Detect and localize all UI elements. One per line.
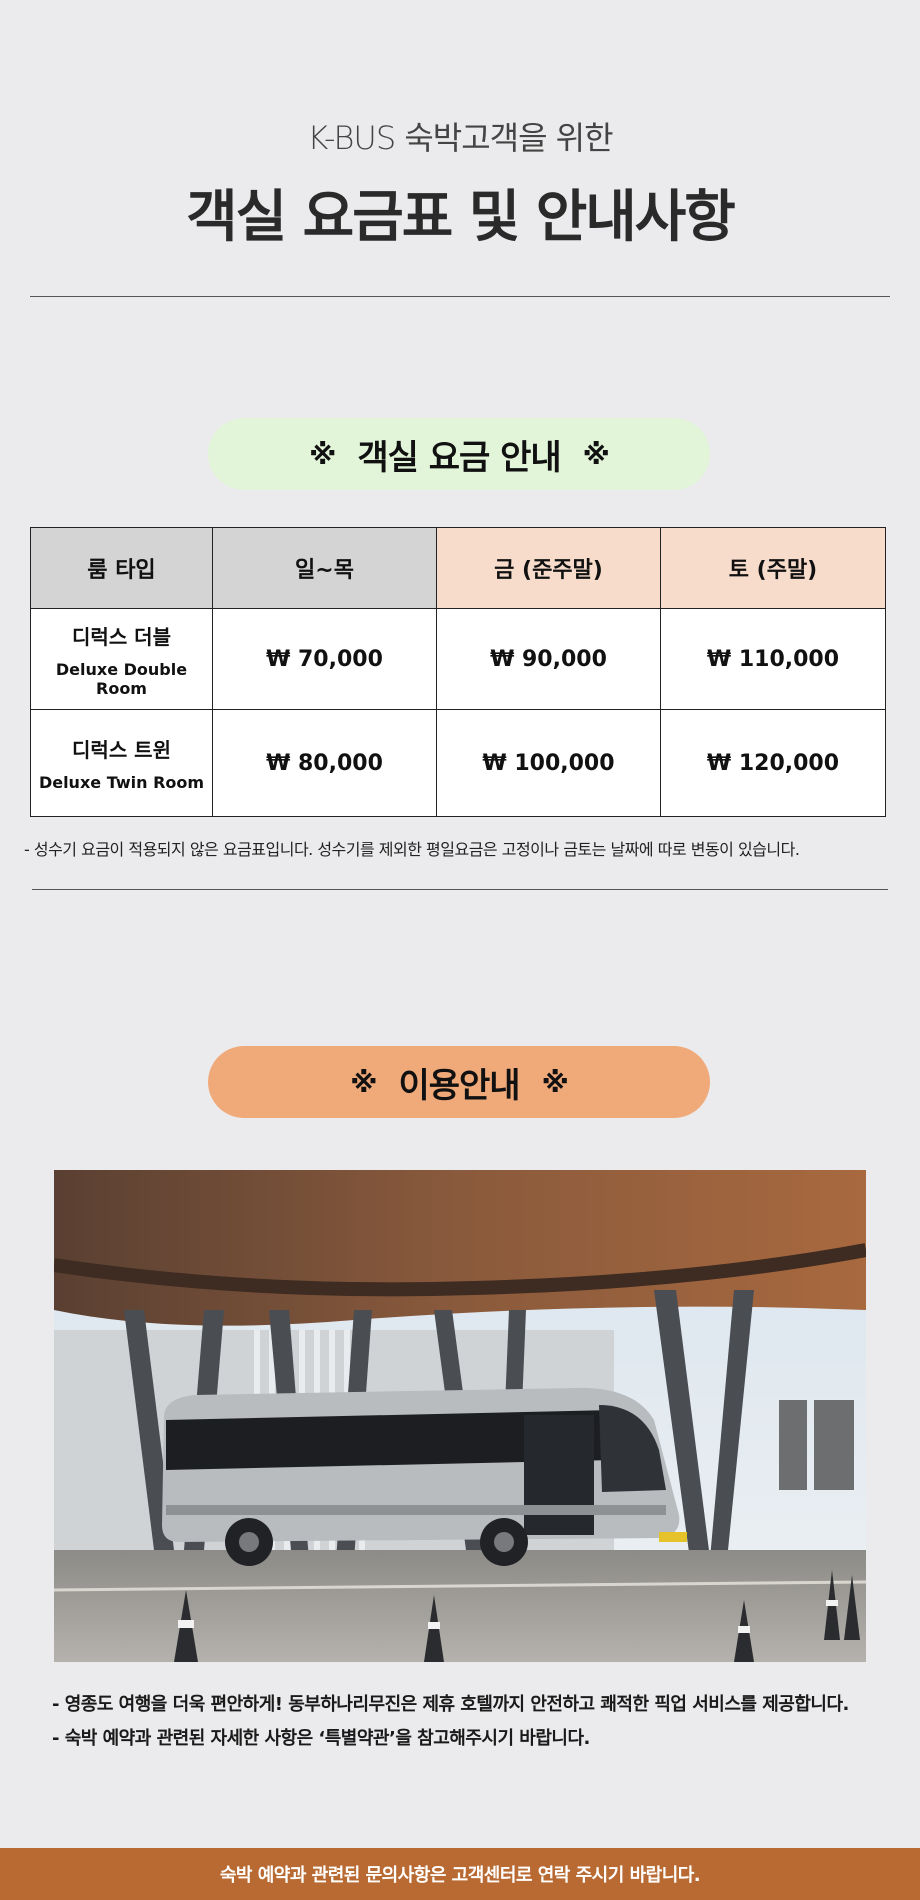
shuttle-bus-photo bbox=[54, 1170, 866, 1662]
room-name-korean: 디럭스 더블 bbox=[72, 624, 171, 649]
rates-heading-pill: ※ 객실 요금 안내 ※ bbox=[208, 418, 710, 490]
column-header-saturday: 토 (주말) bbox=[660, 527, 886, 609]
column-header-friday: 금 (준주말) bbox=[436, 527, 661, 609]
table-row: 디럭스 트윈 Deluxe Twin Room ₩ 80,000 ₩ 100,0… bbox=[30, 709, 886, 817]
footer-text: 숙박 예약과 관련된 문의사항은 고객센터로 연락 주시기 바랍니다. bbox=[219, 1865, 701, 1886]
usage-heading-pill: ※ 이용안내 ※ bbox=[208, 1046, 710, 1118]
column-header-weekday: 일~목 bbox=[212, 527, 437, 609]
usage-heading: 이용안내 bbox=[398, 1065, 520, 1106]
room-type-cell: 디럭스 트윈 Deluxe Twin Room bbox=[30, 709, 213, 817]
room-name-korean: 디럭스 트윈 bbox=[72, 738, 171, 762]
rate-table: 룸 타입 일~목 금 (준주말) 토 (주말) 디럭스 더블 Deluxe Do… bbox=[30, 527, 886, 817]
price-cell: ₩ 80,000 bbox=[212, 709, 437, 817]
rate-note: - 성수기 요금이 적용되지 않은 요금표입니다. 성수기를 제외한 평일요금은… bbox=[24, 840, 800, 859]
list-item: - 영종도 여행을 더욱 편안하게! 동부하나리무진은 제휴 호텔까지 안전하고… bbox=[52, 1694, 849, 1715]
usage-info-list: - 영종도 여행을 더욱 편안하게! 동부하나리무진은 제휴 호텔까지 안전하고… bbox=[52, 1690, 902, 1758]
page-subtitle: K-BUS 숙박고객을 위한 bbox=[307, 119, 613, 157]
divider bbox=[32, 889, 888, 890]
reference-mark-icon: ※ bbox=[541, 1065, 569, 1099]
price-cell: ₩ 90,000 bbox=[436, 608, 661, 710]
column-header-room-type: 룸 타입 bbox=[30, 527, 213, 609]
room-name-english: Deluxe Double Room bbox=[55, 659, 188, 698]
reference-mark-icon: ※ bbox=[582, 437, 610, 471]
room-type-cell: 디럭스 더블 Deluxe Double Room bbox=[30, 608, 213, 710]
price-cell: ₩ 70,000 bbox=[212, 608, 437, 710]
page-title: 객실 요금표 및 안내사항 bbox=[186, 185, 736, 250]
list-item: - 숙박 예약과 관련된 자세한 사항은 ‘특별약관’을 참고해주시기 바랍니다… bbox=[52, 1728, 590, 1749]
table-header-row: 룸 타입 일~목 금 (준주말) 토 (주말) bbox=[30, 527, 886, 609]
footer-banner: 숙박 예약과 관련된 문의사항은 고객센터로 연락 주시기 바랍니다. bbox=[0, 1848, 920, 1900]
price-cell: ₩ 110,000 bbox=[660, 608, 886, 710]
price-cell: ₩ 120,000 bbox=[660, 709, 886, 817]
reference-mark-icon: ※ bbox=[309, 437, 336, 471]
reference-mark-icon: ※ bbox=[350, 1065, 377, 1099]
price-cell: ₩ 100,000 bbox=[436, 709, 661, 817]
room-name-english: Deluxe Twin Room bbox=[38, 773, 205, 792]
table-row: 디럭스 더블 Deluxe Double Room ₩ 70,000 ₩ 90,… bbox=[30, 608, 886, 710]
divider bbox=[30, 296, 890, 297]
rates-heading: 객실 요금 안내 bbox=[357, 437, 561, 478]
